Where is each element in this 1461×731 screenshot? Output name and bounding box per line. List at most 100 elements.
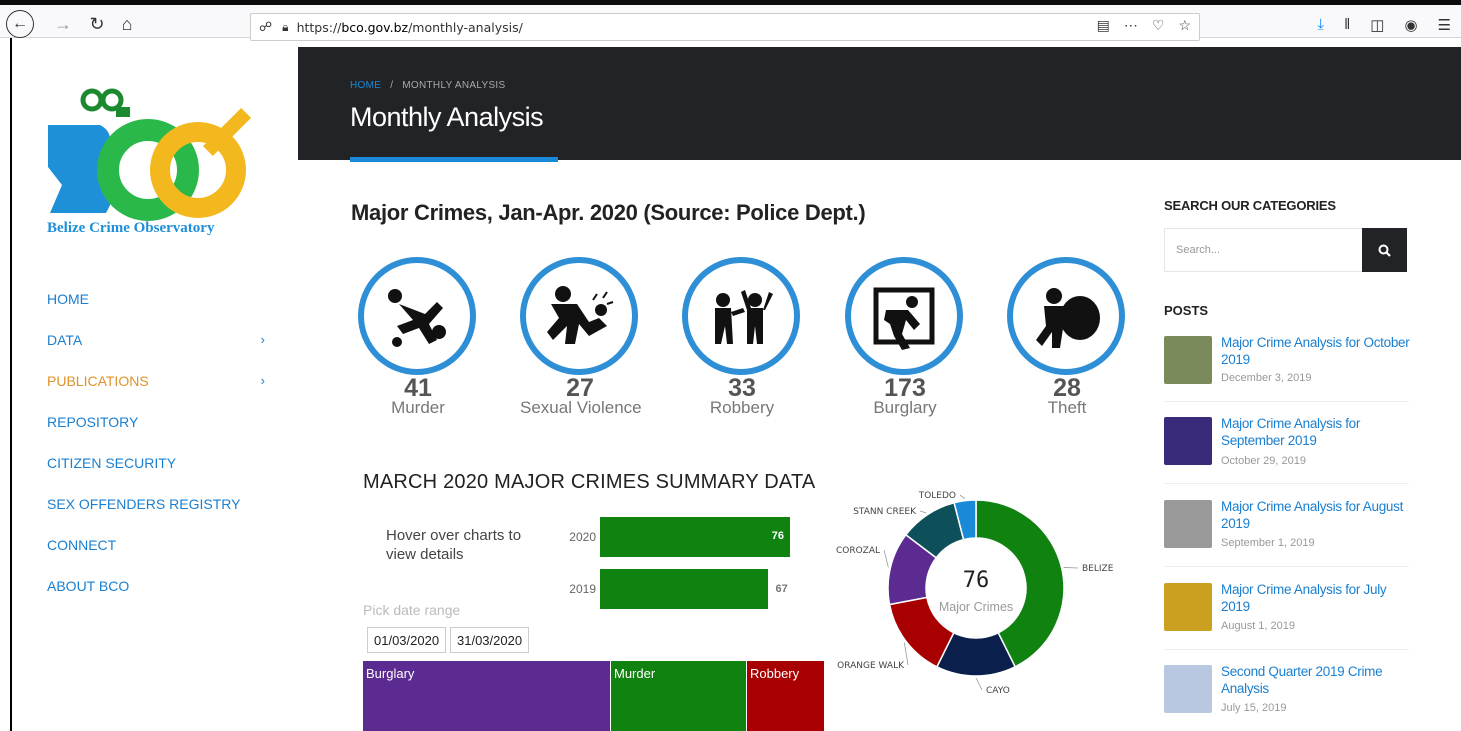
theft-icon	[1036, 288, 1100, 348]
post-title[interactable]: Major Crime Analysis for October 2019	[1221, 334, 1411, 368]
crime-card-murder: 41 Murder	[358, 257, 478, 417]
chevron-right-icon[interactable]: ›	[261, 332, 265, 347]
post-thumbnail[interactable]	[1164, 500, 1212, 548]
account-icon[interactable]: ◉	[1404, 16, 1417, 34]
tracking-shield-icon[interactable]: ☍	[259, 19, 272, 35]
post-divider	[1164, 649, 1409, 650]
treemap-cell-burglary[interactable]: Burglary	[363, 661, 611, 731]
breadcrumb-home-link[interactable]: HOME	[350, 80, 381, 91]
post-title[interactable]: Major Crime Analysis for August 2019	[1221, 498, 1411, 532]
search-categories-title: SEARCH OUR CATEGORIES	[1164, 198, 1336, 213]
bar-value-label: 76	[771, 530, 784, 542]
crime-count: 33	[728, 374, 756, 402]
donut-label: BELIZE	[1082, 564, 1114, 574]
url-path: /monthly-analysis/	[408, 19, 523, 35]
donut-leader-line	[919, 510, 927, 514]
donut-label: CAYO	[986, 686, 1010, 696]
robbery-icon	[715, 290, 773, 344]
crime-count: 28	[1053, 374, 1081, 402]
sidebar-item-label: CITIZEN SECURITY	[47, 454, 177, 471]
post-date: July 15, 2019	[1221, 702, 1287, 714]
sidebar-toggle-icon[interactable]: ◫	[1370, 16, 1384, 34]
sidebar-item-repository[interactable]: REPOSITORY	[47, 401, 277, 442]
sidebar-item-home[interactable]: HOME	[47, 278, 277, 319]
donut-leader-line	[959, 494, 965, 500]
crime-label: Sexual Violence	[520, 398, 642, 417]
bookmark-star-icon[interactable]: ☆	[1178, 17, 1191, 34]
post-title[interactable]: Major Crime Analysis for September 2019	[1221, 415, 1411, 449]
crime-label: Theft	[1047, 398, 1087, 417]
burglary-icon	[873, 287, 935, 350]
reload-button[interactable]: ↻	[84, 11, 110, 37]
sidebar-item-connect[interactable]: CONNECT	[47, 524, 277, 565]
post-divider	[1164, 401, 1409, 402]
chevron-right-icon[interactable]: ›	[261, 373, 265, 388]
bar-row-2019[interactable]: 2019 67	[560, 569, 788, 609]
post-date: August 1, 2019	[1221, 620, 1296, 632]
bar-category-label: 2020	[569, 530, 596, 544]
post-thumbnail[interactable]	[1164, 665, 1212, 713]
donut-label: TOLEDO	[918, 491, 956, 501]
url-text[interactable]: https://bco.gov.bz/monthly-analysis/	[297, 20, 523, 35]
search-input[interactable]: Search...	[1164, 228, 1364, 272]
date-from-input[interactable]: 01/03/2020	[367, 627, 447, 653]
date-to-input[interactable]: 31/03/2020	[450, 627, 530, 653]
page-header: HOME / MONTHLY ANALYSIS Monthly Analysis	[298, 47, 1461, 160]
treemap-cell-robbery[interactable]: Robbery	[747, 661, 825, 731]
title-underline	[350, 157, 558, 162]
bar-2019[interactable]	[600, 569, 768, 609]
breadcrumb-separator: /	[390, 80, 394, 91]
pocket-icon[interactable]: ♡	[1152, 17, 1165, 34]
crime-label: Burglary	[873, 398, 937, 417]
post-thumbnail[interactable]	[1164, 417, 1212, 465]
browser-toolbar: ← → ↻ ⌂ ☍ 🔒︎ https://bco.gov.bz/monthly-…	[0, 0, 1461, 41]
date-range-label: Pick date range	[363, 602, 461, 618]
donut-leader-line	[975, 677, 983, 691]
url-prefix: https://	[296, 19, 342, 35]
sidebar-item-label: CONNECT	[47, 536, 117, 553]
sidebar-item-citizen-security[interactable]: CITIZEN SECURITY	[47, 442, 277, 483]
sidebar-item-label: REPOSITORY	[47, 413, 139, 430]
bar-2020[interactable]: 76	[600, 517, 790, 557]
bar-value-label: 67	[775, 583, 788, 595]
posts-title: POSTS	[1164, 303, 1209, 318]
breadcrumb: HOME / MONTHLY ANALYSIS	[350, 80, 505, 91]
forward-arrow-icon: →	[54, 13, 72, 34]
lock-icon[interactable]: 🔒︎	[282, 20, 288, 35]
post-title[interactable]: Second Quarter 2019 Crime Analysis	[1221, 663, 1411, 697]
logo-text: Belize Crime Observatory	[47, 220, 215, 236]
sidebar-nav: HOME DATA › PUBLICATIONS › REPOSITORY CITI…	[47, 278, 277, 606]
window-border	[10, 38, 12, 731]
url-bar[interactable]: ☍ 🔒︎ https://bco.gov.bz/monthly-analysis…	[250, 13, 1200, 41]
crime-count: 173	[884, 374, 926, 402]
back-arrow-icon: ←	[12, 15, 28, 32]
treemap-cell-murder[interactable]: Murder	[611, 661, 747, 731]
page-title: Monthly Analysis	[350, 102, 544, 132]
crime-card-robbery: 33 Robbery	[682, 257, 802, 417]
donut-leader-line	[883, 549, 889, 568]
library-icon[interactable]: ‖	[1344, 16, 1350, 34]
forward-button[interactable]: →	[50, 11, 76, 37]
home-button[interactable]: ⌂	[114, 11, 140, 37]
page-actions-icon[interactable]: ⋯	[1124, 17, 1138, 34]
back-button[interactable]: ←	[6, 10, 34, 38]
crime-card-theft: 28 Theft	[1007, 257, 1127, 417]
crime-label: Murder	[391, 398, 445, 417]
sidebar-item-publications[interactable]: PUBLICATIONS ›	[47, 360, 277, 401]
donut-label: ORANGE WALK	[837, 661, 905, 671]
sidebar-item-about-bco[interactable]: ABOUT BCO	[47, 565, 277, 606]
bar-row-2020[interactable]: 2020 76	[560, 517, 790, 557]
sidebar-item-sex-offenders-registry[interactable]: SEX OFFENDERS REGISTRY	[47, 483, 277, 524]
menu-icon[interactable]: ☰	[1438, 16, 1451, 34]
summary-title: MARCH 2020 MAJOR CRIMES SUMMARY DATA	[363, 471, 816, 493]
post-thumbnail[interactable]	[1164, 336, 1212, 384]
post-title[interactable]: Major Crime Analysis for July 2019	[1221, 581, 1411, 615]
donut-leader-line	[903, 642, 909, 666]
sidebar-item-data[interactable]: DATA ›	[47, 319, 277, 360]
donut-label: COROZAL	[836, 546, 880, 556]
download-icon[interactable]: ⤓	[1317, 16, 1324, 34]
crime-count: 41	[404, 374, 432, 402]
reader-view-icon[interactable]: ▤	[1097, 17, 1110, 34]
post-thumbnail[interactable]	[1164, 583, 1212, 631]
search-button[interactable]	[1362, 228, 1407, 272]
